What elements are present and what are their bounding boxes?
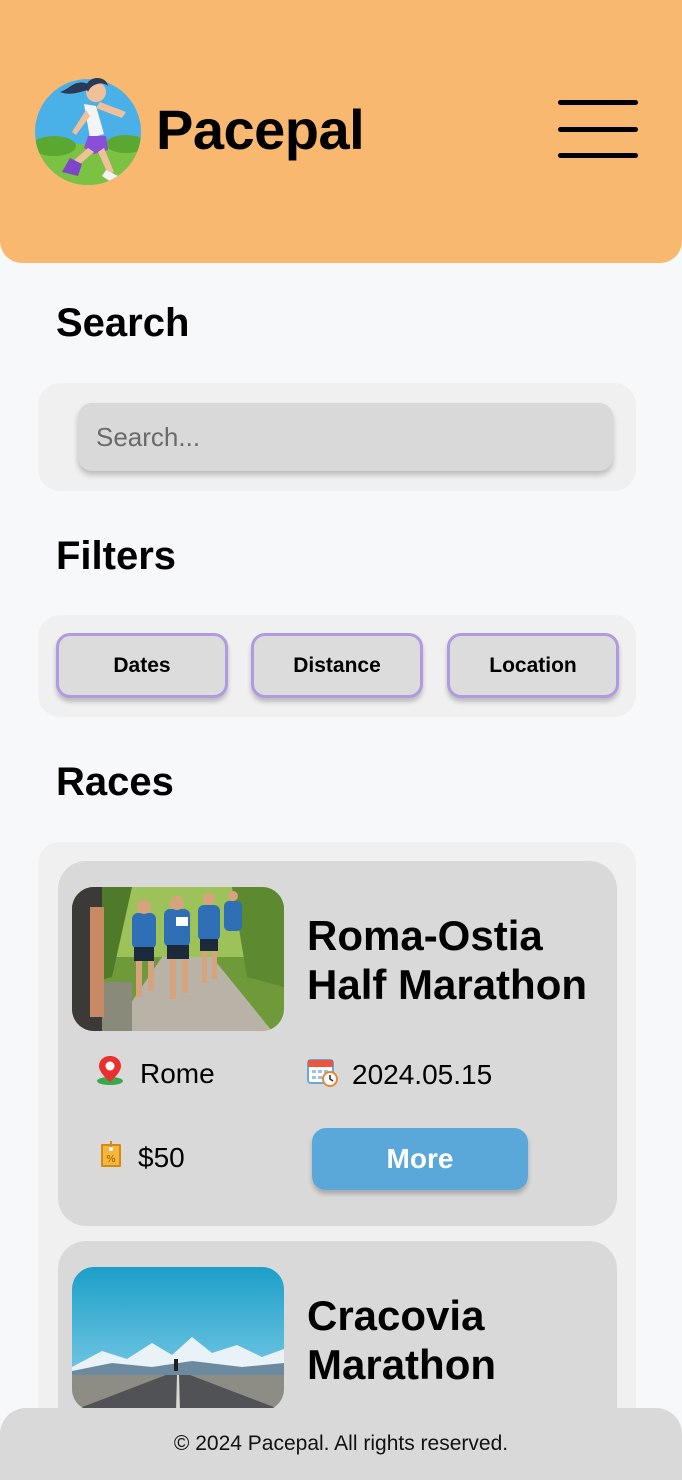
race-title: Roma-Ostia Half Marathon: [307, 912, 588, 1008]
race-price: % $50: [98, 1139, 185, 1176]
svg-text:%: %: [106, 1154, 116, 1165]
races-section-title: Races: [56, 760, 174, 804]
runner-logo-icon: [34, 72, 142, 186]
race-price-text: $50: [138, 1141, 185, 1173]
race-photo-mountain-road: [72, 1267, 284, 1411]
app-header: Pacepal: [0, 0, 682, 263]
footer: © 2024 Pacepal. All rights reserved.: [0, 1408, 682, 1480]
hamburger-menu-icon[interactable]: [556, 100, 640, 160]
filter-location-button[interactable]: Location: [447, 633, 619, 698]
race-title: Cracovia Marathon: [307, 1292, 496, 1388]
price-tag-icon: %: [98, 1139, 124, 1176]
race-date-text: 2024.05.15: [352, 1058, 493, 1090]
race-location-text: Rome: [140, 1057, 215, 1089]
filter-distance-button[interactable]: Distance: [251, 633, 423, 698]
menu-bar: [558, 127, 638, 132]
race-card: Roma-Ostia Half Marathon Rome 2024.05.15…: [58, 861, 617, 1226]
app-title: Pacepal: [156, 98, 365, 161]
menu-bar: [558, 153, 638, 158]
filter-dates-button[interactable]: Dates: [56, 633, 228, 698]
race-photo-runners: [72, 887, 284, 1031]
filters-section-title: Filters: [56, 534, 177, 578]
race-date: 2024.05.15: [306, 1055, 492, 1094]
race-location: Rome: [94, 1054, 215, 1093]
search-section-title: Search: [56, 301, 190, 345]
search-input[interactable]: [78, 403, 613, 471]
menu-bar: [558, 100, 638, 105]
map-pin-icon: [94, 1054, 126, 1093]
copyright-text: © 2024 Pacepal. All rights reserved.: [173, 1432, 509, 1455]
more-button[interactable]: More: [312, 1128, 528, 1190]
calendar-clock-icon: [306, 1055, 338, 1094]
